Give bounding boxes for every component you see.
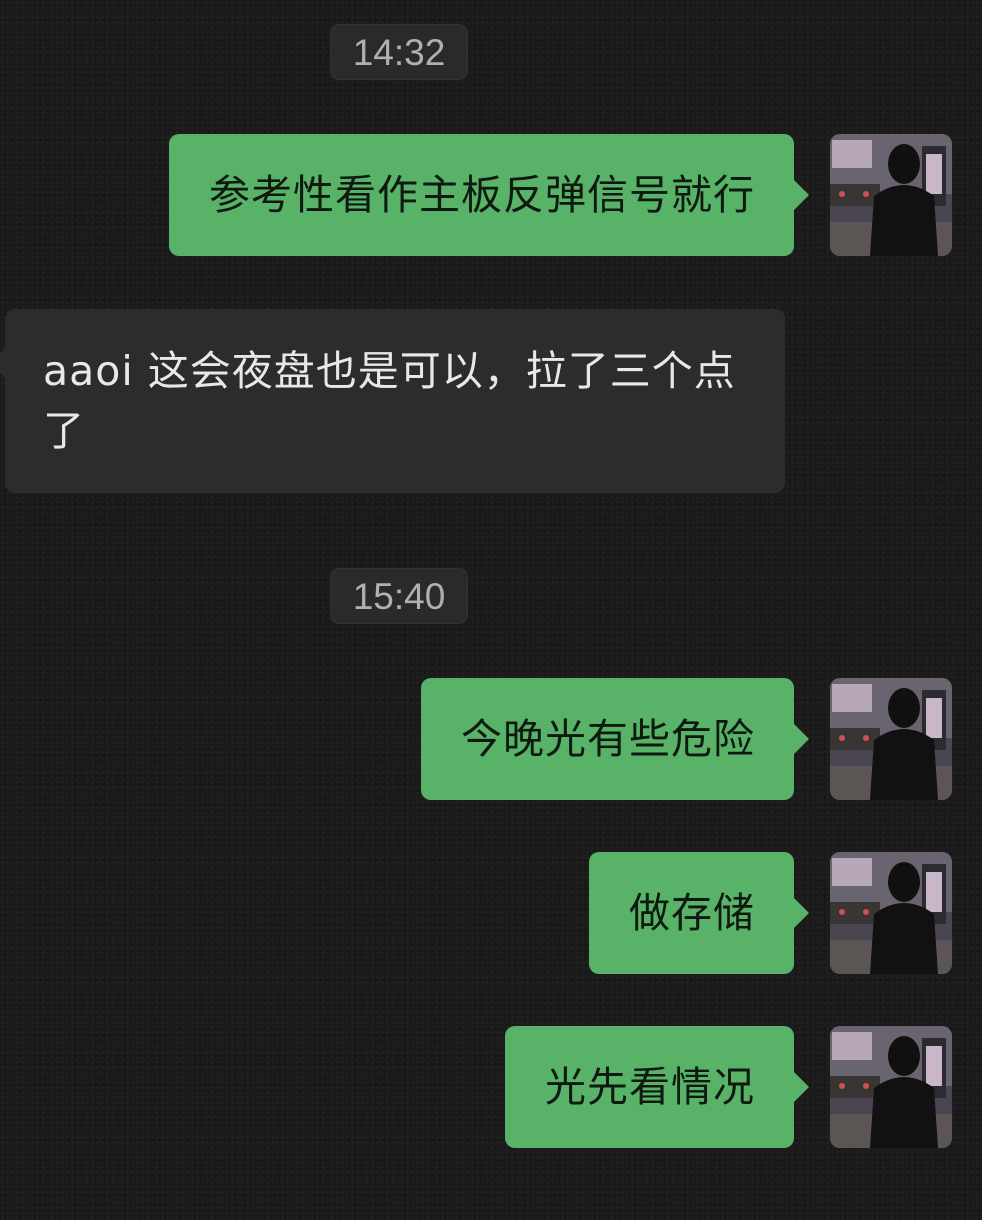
timestamp-chip: 14:32 (330, 24, 468, 80)
timestamp-chip: 15:40 (330, 568, 468, 624)
message-text: 光先看情况 (545, 1063, 755, 1111)
avatar[interactable] (830, 852, 952, 974)
outgoing-message-bubble[interactable]: 光先看情况 (505, 1026, 809, 1148)
incoming-message-bubble[interactable]: aaoi 这会夜盘也是可以，拉了三个点了 (0, 309, 785, 493)
avatar[interactable] (830, 134, 952, 256)
avatar-photo-icon (830, 134, 952, 256)
avatar-photo-icon (830, 1026, 952, 1148)
message-text: 做存储 (629, 889, 755, 937)
message-text: 今晚光有些危险 (461, 715, 755, 763)
avatar[interactable] (830, 1026, 952, 1148)
message-text: 参考性看作主板反弹信号就行 (209, 171, 755, 219)
chat-screen: { "conversation": { "timestamps": ["14:3… (0, 0, 982, 1220)
outgoing-message-bubble[interactable]: 参考性看作主板反弹信号就行 (169, 134, 809, 256)
avatar-photo-icon (830, 678, 952, 800)
message-text: aaoi 这会夜盘也是可以，拉了三个点了 (43, 347, 736, 455)
outgoing-message-bubble[interactable]: 做存储 (589, 852, 809, 974)
avatar-photo-icon (830, 852, 952, 974)
avatar[interactable] (830, 678, 952, 800)
outgoing-message-bubble[interactable]: 今晚光有些危险 (421, 678, 809, 800)
